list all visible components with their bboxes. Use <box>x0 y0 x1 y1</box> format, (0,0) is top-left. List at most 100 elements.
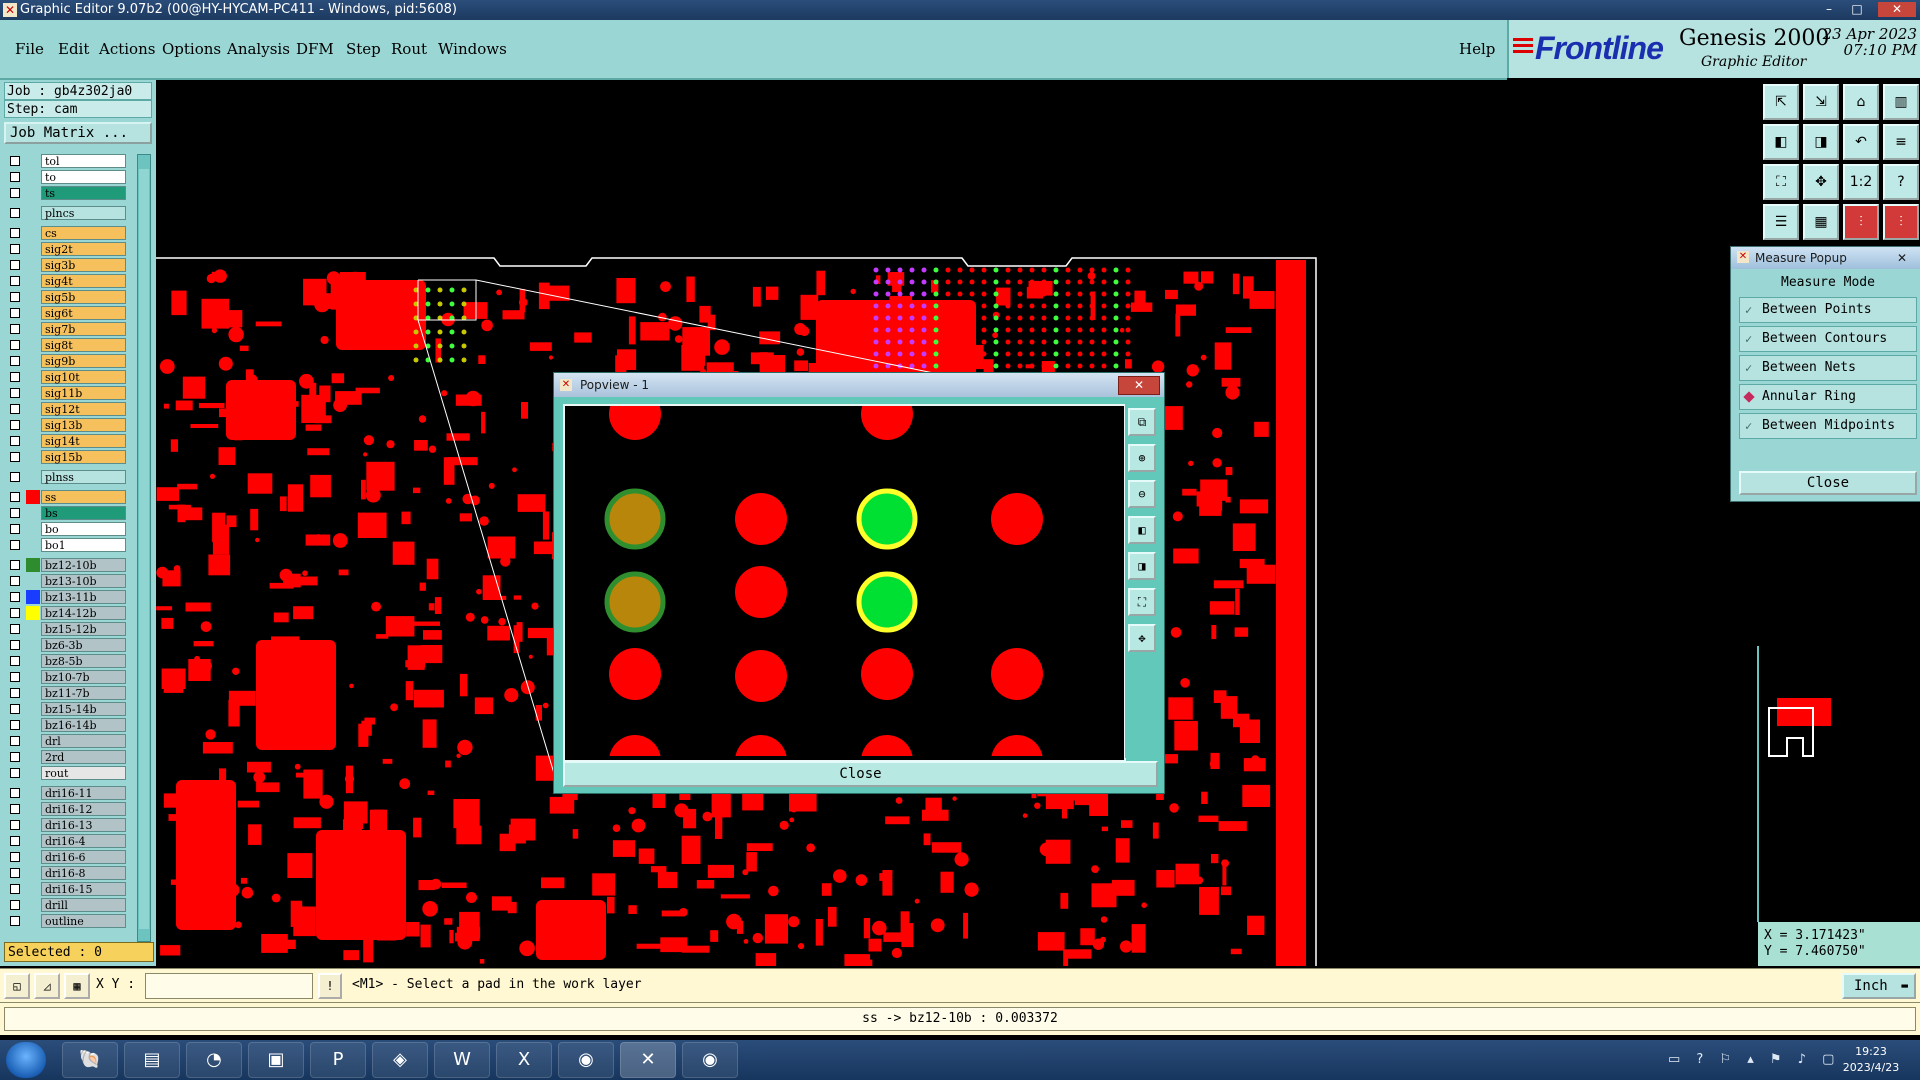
layer-checkbox[interactable] <box>10 656 20 666</box>
layer-row[interactable]: drl <box>4 734 126 748</box>
layer-color-swatch[interactable] <box>26 154 40 168</box>
popview-zoom-view[interactable] <box>563 404 1126 762</box>
layer-icon[interactable]: ☰ <box>1763 204 1799 240</box>
zoom-back-icon[interactable]: ↶ <box>1843 124 1879 160</box>
layer-checkbox[interactable] <box>10 852 20 862</box>
grid-icon[interactable]: ▦ <box>1803 204 1839 240</box>
layer-list-scrollbar[interactable] <box>137 154 151 942</box>
layer-checkbox[interactable] <box>10 324 20 334</box>
layer-color-swatch[interactable] <box>26 370 40 384</box>
taskbar-notepad-icon[interactable]: ▤ <box>124 1042 180 1078</box>
layer-color-swatch[interactable] <box>26 206 40 220</box>
job-matrix-button[interactable]: Job Matrix ... <box>4 122 152 144</box>
display-cfg-icon[interactable]: ⫶ <box>1843 204 1879 240</box>
menu-actions[interactable]: Actions <box>99 40 155 58</box>
zoom-out-icon[interactable]: ⊖ <box>1128 480 1156 508</box>
menu-options[interactable]: Options <box>162 40 221 58</box>
info-icon[interactable]: ! <box>318 973 342 999</box>
layer-checkbox[interactable] <box>10 472 20 482</box>
layer-color-swatch[interactable] <box>26 274 40 288</box>
window-title-bar[interactable]: ✕ Graphic Editor 9.07b2 (00@HY-HYCAM-PC4… <box>0 0 1920 20</box>
layer-row[interactable]: dri16-11 <box>4 786 126 800</box>
layer-checkbox[interactable] <box>10 820 20 830</box>
layer-color-swatch[interactable] <box>26 226 40 240</box>
pad[interactable] <box>856 488 918 550</box>
layer-checkbox[interactable] <box>10 292 20 302</box>
layer-name[interactable]: sig14t <box>41 434 126 448</box>
layer-checkbox[interactable] <box>10 868 20 878</box>
layer-row[interactable]: sig13b <box>4 418 126 432</box>
pad[interactable] <box>609 406 661 440</box>
measure-option[interactable]: ✓ Between Midpoints <box>1739 413 1917 439</box>
layer-name[interactable]: to <box>41 170 126 184</box>
taskbar-eye-icon[interactable]: ◉ <box>558 1042 614 1078</box>
layer-color-swatch[interactable] <box>26 882 40 896</box>
layer-checkbox[interactable] <box>10 260 20 270</box>
layer-checkbox[interactable] <box>10 244 20 254</box>
snap-mode-icon[interactable]: ◱ <box>4 973 30 999</box>
measure-popup-title-bar[interactable]: ✕ Measure Popup ✕ <box>1731 247 1920 269</box>
zoom-fit-icon[interactable]: ⛶ <box>1128 588 1156 616</box>
layer-row[interactable]: drill <box>4 898 126 912</box>
layer-color-swatch[interactable] <box>26 402 40 416</box>
layer-checkbox[interactable] <box>10 804 20 814</box>
layer-color-swatch[interactable] <box>26 786 40 800</box>
pan-left-icon[interactable]: ◧ <box>1128 516 1156 544</box>
layer-row[interactable]: dri16-6 <box>4 850 126 864</box>
close-icon[interactable]: ✕ <box>1878 2 1916 17</box>
layer-name[interactable]: bz15-14b <box>41 702 126 716</box>
measure-close-button[interactable]: Close <box>1739 471 1917 495</box>
layer-row[interactable]: sig11b <box>4 386 126 400</box>
layer-name[interactable]: bz6-3b <box>41 638 126 652</box>
layer-checkbox[interactable] <box>10 884 20 894</box>
layer-name[interactable]: sig2t <box>41 242 126 256</box>
layer-name[interactable]: sig6t <box>41 306 126 320</box>
layer-checkbox[interactable] <box>10 388 20 398</box>
start-button[interactable] <box>6 1042 46 1078</box>
menu-file[interactable]: File <box>15 40 44 58</box>
system-tray[interactable]: ▭ ? ⚐ ▴ ⚑ ♪ ▢ <box>1668 1052 1840 1067</box>
taskbar-chat-icon[interactable]: ◈ <box>372 1042 428 1078</box>
taskbar-genesis-icon[interactable]: ✕ <box>620 1042 676 1078</box>
layer-name[interactable]: sig15b <box>41 450 126 464</box>
taskbar-excel-icon[interactable]: X <box>496 1042 552 1078</box>
measure-option[interactable]: ✓ Between Points <box>1739 297 1917 323</box>
layer-color-swatch[interactable] <box>26 338 40 352</box>
overview-map[interactable] <box>1757 646 1920 922</box>
taskbar-save-icon[interactable]: ▣ <box>248 1042 304 1078</box>
pad[interactable] <box>604 488 666 550</box>
layer-name[interactable]: dri16-11 <box>41 786 126 800</box>
layer-row[interactable]: sig14t <box>4 434 126 448</box>
close-icon[interactable]: ✕ <box>1897 247 1907 269</box>
pad[interactable] <box>735 735 787 760</box>
zoom-fit-icon[interactable]: ⛶ <box>1763 164 1799 200</box>
layer-checkbox[interactable] <box>10 900 20 910</box>
layer-row[interactable]: bo1 <box>4 538 126 552</box>
layer-name[interactable]: bz10-7b <box>41 670 126 684</box>
layer-row[interactable]: ss <box>4 490 126 504</box>
layer-color-swatch[interactable] <box>26 418 40 432</box>
layer-color-swatch[interactable] <box>26 258 40 272</box>
layer-color-swatch[interactable] <box>26 434 40 448</box>
home-icon[interactable]: ⌂ <box>1843 84 1879 120</box>
layer-row[interactable]: dri16-13 <box>4 818 126 832</box>
layer-color-swatch[interactable] <box>26 654 40 668</box>
layer-name[interactable]: sig7b <box>41 322 126 336</box>
layer-checkbox[interactable] <box>10 592 20 602</box>
layer-checkbox[interactable] <box>10 356 20 366</box>
layer-checkbox[interactable] <box>10 188 20 198</box>
layer-color-swatch[interactable] <box>26 450 40 464</box>
layer-checkbox[interactable] <box>10 420 20 430</box>
layer-color-swatch[interactable] <box>26 834 40 848</box>
layer-name[interactable]: sig8t <box>41 338 126 352</box>
snap-icon[interactable]: ≡ <box>1883 124 1919 160</box>
layer-row[interactable]: sig3b <box>4 258 126 272</box>
layer-checkbox[interactable] <box>10 672 20 682</box>
zoom-home-icon[interactable]: ⇱ <box>1763 84 1799 120</box>
layer-color-swatch[interactable] <box>26 522 40 536</box>
layer-color-swatch[interactable] <box>26 802 40 816</box>
layer-row[interactable]: bz15-12b <box>4 622 126 636</box>
layer-color-swatch[interactable] <box>26 590 40 604</box>
layer-row[interactable]: dri16-4 <box>4 834 126 848</box>
layer-row[interactable]: dri16-15 <box>4 882 126 896</box>
